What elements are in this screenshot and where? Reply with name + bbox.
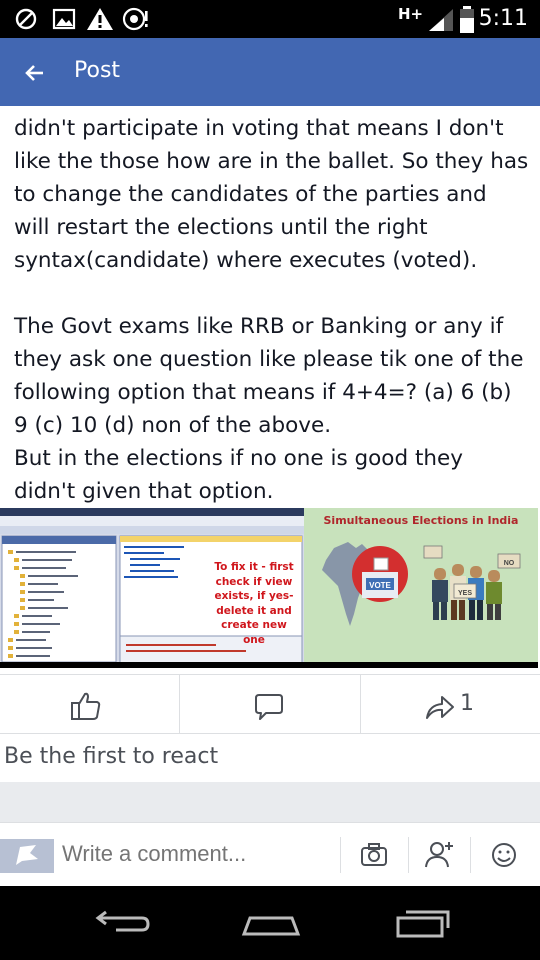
post-line: like the those how are in the ballet. So… — [14, 149, 529, 174]
fix-note-line: one — [243, 633, 265, 646]
recent-apps-icon[interactable] — [388, 904, 458, 944]
back-arrow-icon[interactable] — [18, 56, 52, 90]
divider — [408, 837, 409, 873]
battery-icon — [460, 6, 474, 33]
share-count: 1 — [460, 691, 474, 716]
camera-icon[interactable] — [354, 837, 394, 873]
thumbs-up-icon — [71, 692, 101, 720]
comment-bubble-icon — [255, 694, 283, 720]
post-paragraph-2: The Govt exams like RRB or Banking or an… — [14, 310, 534, 508]
reactions-summary: Be the first to react — [0, 734, 540, 782]
fix-note-line: delete it and — [216, 604, 292, 617]
signal-icon — [429, 9, 453, 31]
reactions-text: Be the first to react — [4, 744, 219, 769]
post-actions-row: 1 — [0, 674, 540, 735]
fix-note-line: check if view — [215, 575, 293, 588]
comment-composer — [0, 822, 540, 886]
post-line: they ask one question like please tik on… — [14, 347, 524, 372]
share-arrow-icon — [426, 696, 454, 719]
comment-input[interactable] — [62, 841, 350, 867]
page-title: Post — [74, 58, 121, 83]
image-icon — [52, 8, 76, 30]
post-line: will restart the elections until the rig… — [14, 215, 428, 240]
post-line: The Govt exams like RRB or Banking or an… — [14, 314, 504, 339]
post-line: didn't given that option. — [14, 479, 274, 504]
post-image-elections[interactable]: Simultaneous Elections in India VOTE NO … — [304, 508, 538, 668]
network-type-label: H+ — [398, 5, 424, 23]
protest-sign-no: NO — [504, 560, 515, 567]
post-line: But in the elections if no one is good t… — [14, 446, 463, 471]
post-line: syntax(candidate) where executes (voted)… — [14, 248, 478, 273]
post-paragraph-1: didn't participate in voting that means … — [14, 112, 534, 277]
system-nav-bar — [0, 886, 540, 960]
protest-sign-yes: YES — [458, 590, 472, 597]
comment-avatar-placeholder — [0, 839, 54, 873]
post-line: following option that means if 4+4=? (a)… — [14, 380, 512, 405]
post-body: didn't participate in voting that means … — [14, 112, 534, 508]
warning-icon — [87, 8, 113, 30]
comment-button[interactable] — [180, 675, 361, 735]
no-signal-chat-icon — [122, 7, 148, 31]
like-button[interactable] — [0, 675, 180, 735]
divider — [340, 837, 341, 873]
divider — [470, 837, 471, 873]
share-button[interactable]: 1 — [361, 675, 540, 735]
fix-note-line: create new — [221, 619, 287, 631]
home-nav-icon[interactable] — [236, 904, 306, 944]
ballot-box-label: VOTE — [369, 581, 391, 590]
post-line: didn't participate in voting that means … — [14, 116, 504, 141]
elections-graphic: VOTE NO YES — [304, 542, 538, 668]
status-time: 5:11 — [478, 6, 528, 31]
mention-person-icon[interactable] — [420, 837, 460, 873]
fix-note-line: To fix it - first — [214, 561, 294, 573]
send-flag-icon — [16, 845, 38, 865]
post-image-sql-screenshot[interactable]: To fix it - first check if view exists, … — [0, 508, 304, 668]
sync-off-icon — [15, 8, 37, 30]
fix-note-line: exists, if yes- — [214, 590, 294, 602]
back-nav-icon[interactable] — [86, 904, 156, 944]
post-line: 9 (c) 10 (d) non of the above. — [14, 413, 332, 438]
post-line: to change the candidates of the parties … — [14, 182, 487, 207]
emoji-icon[interactable] — [484, 837, 524, 873]
comments-area-spacer — [0, 782, 540, 822]
app-bar: Post — [0, 38, 540, 106]
status-bar: H+ 5:11 — [0, 0, 540, 38]
fix-note-annotation: To fix it - first check if view exists, … — [210, 560, 298, 647]
